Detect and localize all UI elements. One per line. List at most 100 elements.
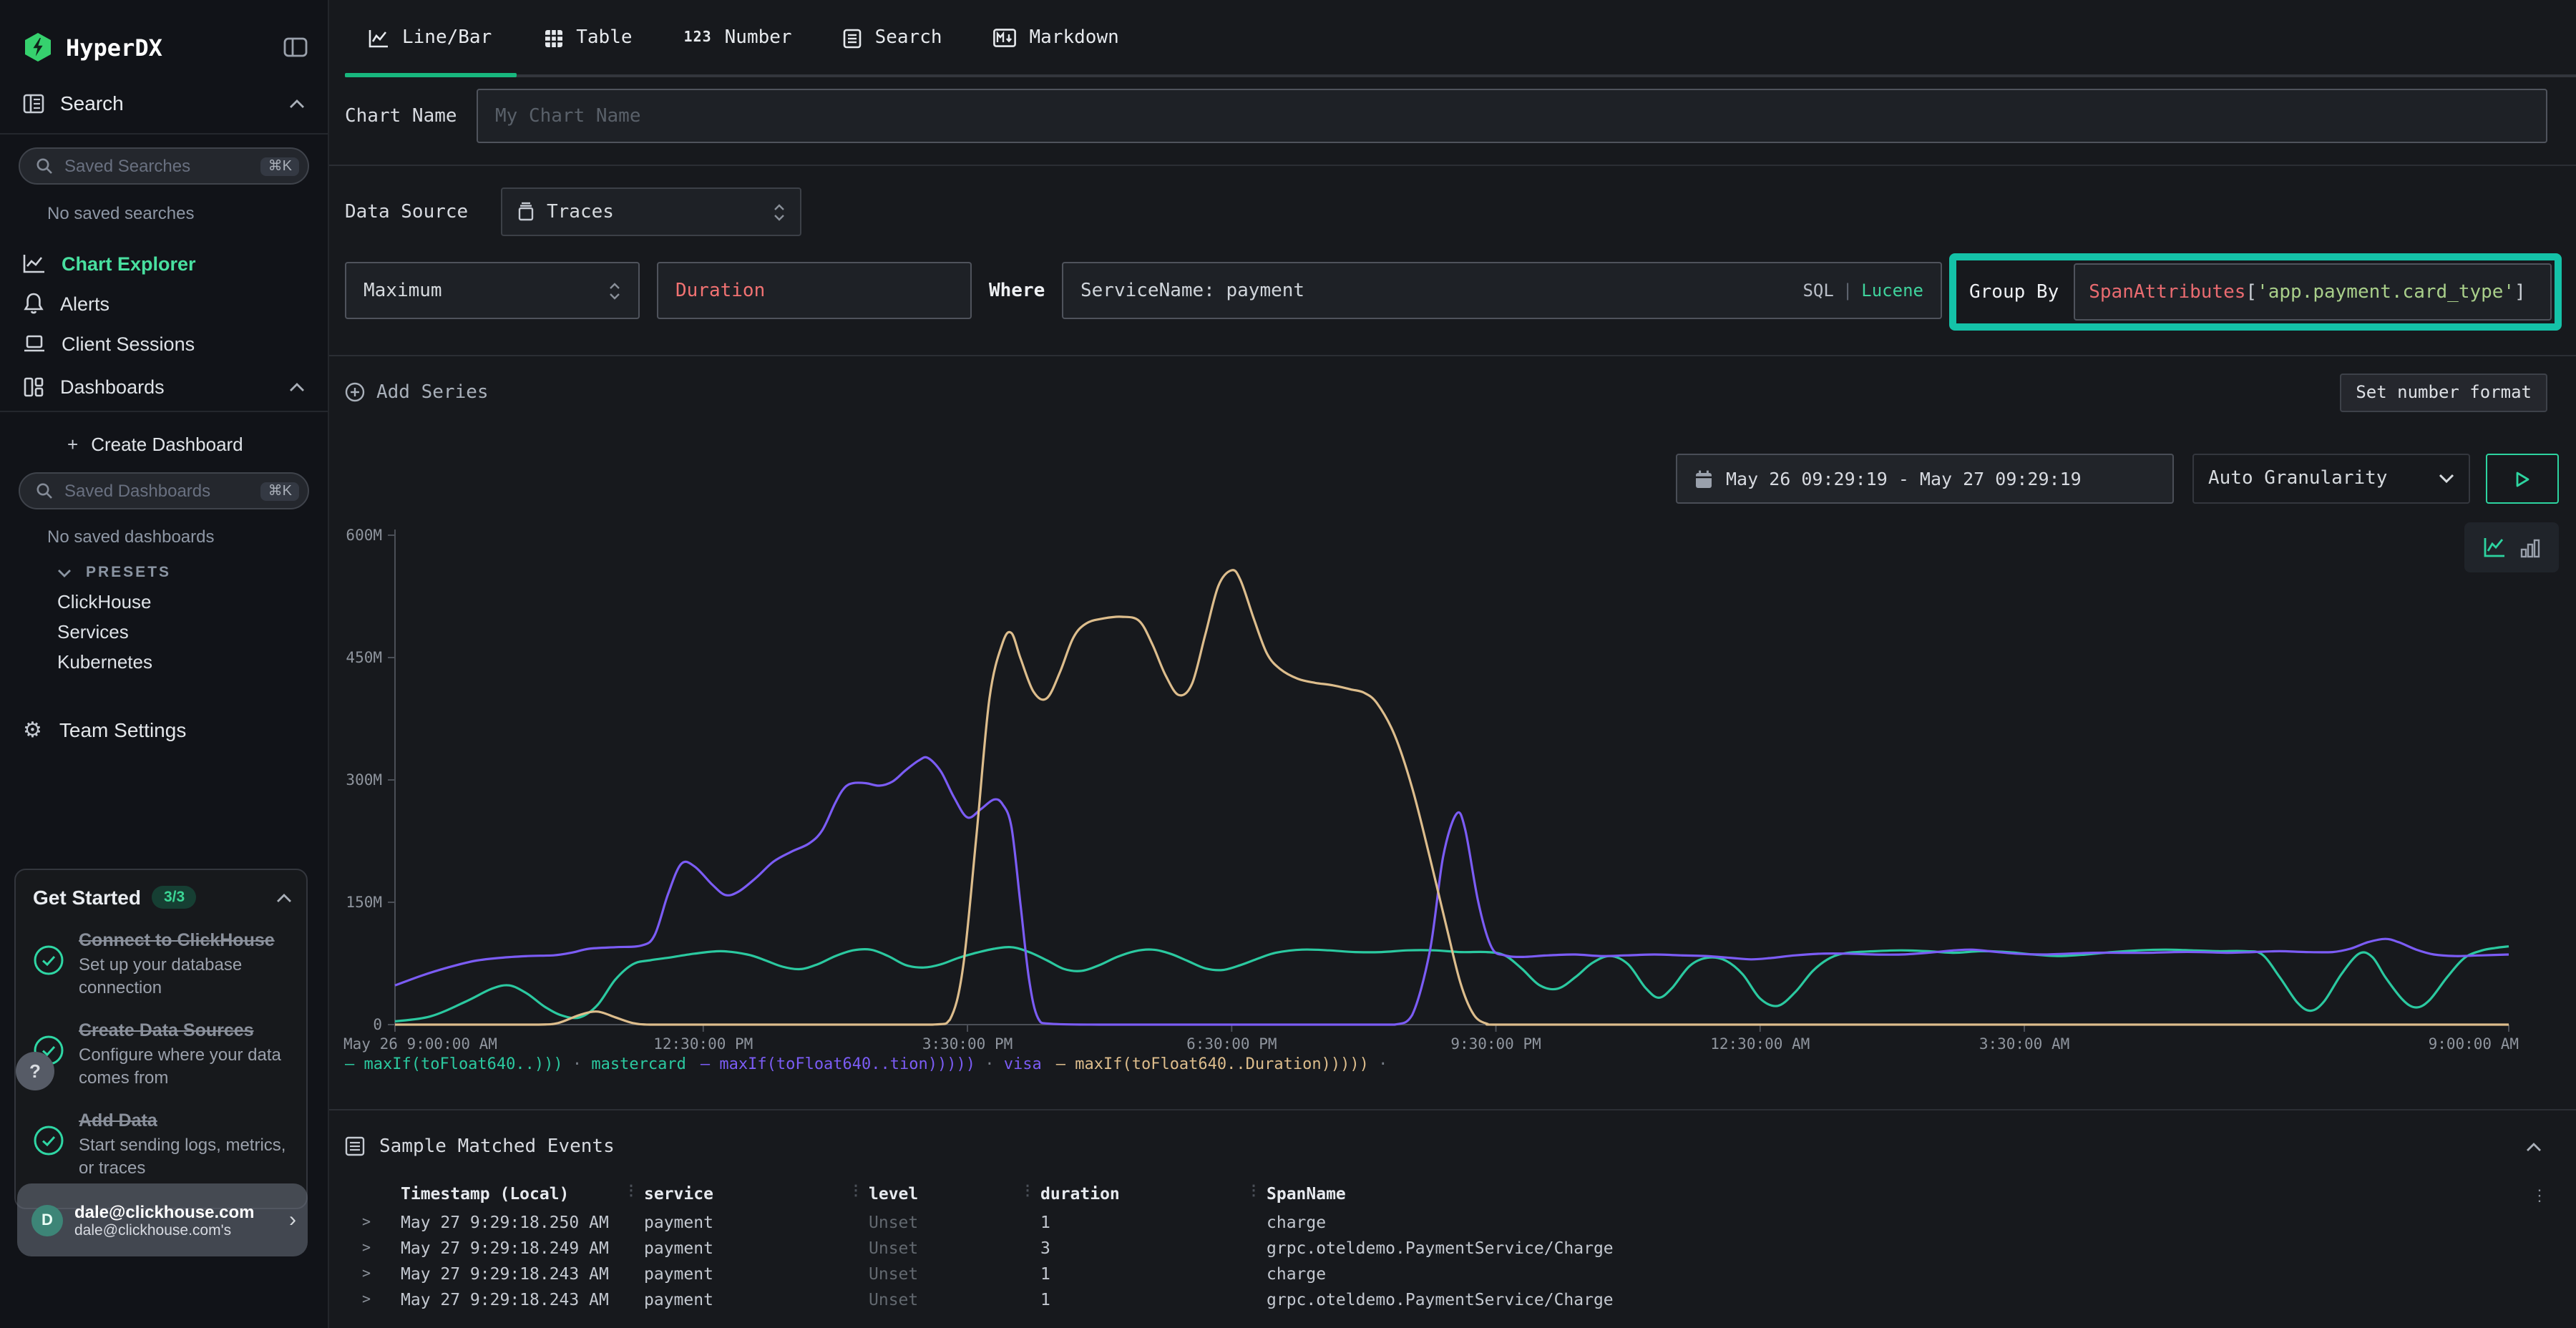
get-started-item[interactable]: Create Data SourcesConfigure where your … [33,1017,292,1089]
data-source-select[interactable]: Traces [501,187,801,236]
expand-row-icon[interactable]: > [358,1240,401,1256]
saved-dashboards-input[interactable]: Saved Dashboards ⌘K [19,472,309,509]
column-header[interactable]: ⋮duration [1040,1183,1267,1209]
preset-label: Services [57,621,129,643]
granularity-select[interactable]: Auto Granularity [2192,454,2470,504]
line-chart-icon [368,28,389,48]
avatar: D [31,1204,63,1236]
legend-item[interactable]: — maxIf(toFloat640..tion))))) · visa [701,1055,1042,1073]
table-cell: charge [1267,1212,2547,1232]
run-query-button[interactable] [2486,454,2559,504]
search-icon [36,482,53,499]
tab-search[interactable]: Search [844,27,942,49]
table-cell: grpc.oteldemo.PaymentService/Charge [1267,1289,2547,1309]
column-header[interactable]: ⋮service [644,1183,869,1209]
bracket-close: ] [2514,281,2526,303]
sample-events-title: Sample Matched Events [379,1136,2526,1157]
dashboards-icon [23,376,44,398]
lucene-toggle[interactable]: Lucene [1861,280,1923,301]
chevron-up-down-icon [773,202,786,221]
table-more-icon[interactable]: ⋮ [2532,1186,2547,1205]
expand-row-icon[interactable]: > [358,1292,401,1307]
table-cell: Unset [869,1264,1040,1284]
tab-number[interactable]: 123 Number [684,27,792,49]
group-by-label: Group By [1956,281,2073,303]
table-row[interactable]: >May 27 9:29:18.249 AMpaymentUnset3grpc.… [358,1235,2547,1261]
sidebar-section-search[interactable]: Search [0,92,328,135]
where-filter-value: ServiceName: payment [1080,280,1802,301]
sidebar-preset-clickhouse[interactable]: ClickHouse [0,587,328,617]
column-handle-icon[interactable]: ⋮ [1020,1183,1035,1199]
preset-label: ClickHouse [57,591,152,612]
sidebar-section-dashboards[interactable]: Dashboards [0,363,328,412]
table-cell: payment [644,1264,869,1284]
preset-label: Kubernetes [57,651,152,673]
get-started-item[interactable]: Connect to ClickHouseSet up your databas… [33,927,292,999]
sql-toggle[interactable]: SQL [1802,280,1833,301]
column-header[interactable]: ⋮level [869,1183,1040,1209]
hyperdx-logo-icon [23,31,53,63]
presets-toggle[interactable]: PRESETS [0,558,328,587]
create-dashboard-button[interactable]: + Create Dashboard [0,424,328,464]
chevron-up-icon [289,382,305,392]
user-menu[interactable]: D dale@clickhouse.com dale@clickhouse.co… [17,1183,308,1256]
sidebar-item-label: Chart Explorer [62,253,305,274]
where-filter-input[interactable]: ServiceName: payment SQL|Lucene [1062,262,1942,319]
shortcut-badge: ⌘K [261,157,299,175]
table-cell: payment [644,1289,869,1309]
svg-text:12:30:00 AM: 12:30:00 AM [1710,1035,1810,1053]
date-range-input[interactable]: May 26 09:29:19 - May 27 09:29:19 [1676,454,2174,504]
get-started-item[interactable]: Add DataStart sending logs, metrics, or … [33,1108,292,1180]
chart-name-input[interactable]: My Chart Name [477,89,2547,143]
collapse-sidebar-icon[interactable] [283,37,308,57]
saved-searches-input[interactable]: Saved Searches ⌘K [19,147,309,185]
expand-row-icon[interactable]: > [358,1266,401,1281]
chevron-up-icon[interactable] [2526,1141,2542,1151]
sidebar-item-client-sessions[interactable]: Client Sessions [0,323,328,363]
column-handle-icon[interactable]: ⋮ [1246,1183,1261,1199]
add-series-button[interactable]: Add Series [345,381,2340,403]
table-cell: May 27 9:29:18.243 AM [401,1264,644,1284]
expand-row-icon[interactable]: > [358,1214,401,1230]
divider [329,1109,2576,1110]
sample-events-header[interactable]: Sample Matched Events [329,1125,2576,1168]
table-row[interactable]: >May 27 9:29:18.243 AMpaymentUnset1grpc.… [358,1286,2547,1312]
sidebar-item-alerts[interactable]: Alerts [0,283,328,323]
check-circle-icon [33,944,79,982]
table-row[interactable]: >May 27 9:29:18.250 AMpaymentUnset1charg… [358,1209,2547,1235]
column-handle-icon[interactable]: ⋮ [849,1183,863,1199]
legend-item[interactable]: — maxIf(toFloat640..))) · mastercard [345,1055,686,1073]
chart-type-tabbar: Line/Bar Table 123 Number Search Markdow… [329,0,2576,80]
table-cell: 1 [1040,1212,1267,1232]
query-language-toggle[interactable]: SQL|Lucene [1802,280,1923,301]
timeseries-chart[interactable]: 0150M300M450M600MMay 26 9:00:00 AM12:30:… [329,509,2576,1053]
column-header[interactable]: ⋮SpanName [1267,1183,2547,1209]
svg-text:May 26 9:00:00 AM: May 26 9:00:00 AM [343,1035,497,1053]
database-icon [517,202,535,222]
user-org: dale@clickhouse.com's [74,1221,289,1239]
column-header[interactable]: Timestamp (Local) [401,1183,644,1209]
help-button[interactable]: ? [16,1052,54,1090]
sidebar: HyperDX Search Saved Searches ⌘K No save… [0,0,329,1328]
tab-label: Line/Bar [402,27,492,49]
aggregation-select[interactable]: Maximum [345,262,640,319]
chevron-up-icon[interactable] [276,892,292,902]
series-editor-row: Maximum Duration Where ServiceName: paym… [329,249,2576,338]
table-row[interactable]: >May 27 9:29:18.243 AMpaymentUnset1charg… [358,1261,2547,1286]
set-number-format-button[interactable]: Set number format [2340,373,2547,411]
sidebar-item-team-settings[interactable]: ⚙ Team Settings [0,708,328,751]
tab-label: Table [576,27,632,49]
sidebar-item-chart-explorer[interactable]: Chart Explorer [0,243,328,283]
tab-table[interactable]: Table [543,27,632,49]
sidebar-preset-kubernetes[interactable]: Kubernetes [0,647,328,677]
tab-markdown[interactable]: Markdown [994,27,1119,49]
group-by-input[interactable]: SpanAttributes['app.payment.card_type'] [2073,263,2552,321]
field-input[interactable]: Duration [657,262,972,319]
tab-line-bar[interactable]: Line/Bar [368,27,492,49]
toggle-separator: | [1834,280,1861,301]
column-handle-icon[interactable]: ⋮ [624,1183,638,1199]
sidebar-preset-services[interactable]: Services [0,617,328,647]
table-icon [543,28,563,48]
granularity-value: Auto Granularity [2208,468,2439,489]
legend-item[interactable]: — maxIf(toFloat640..Duration))))) · [1056,1055,1388,1073]
